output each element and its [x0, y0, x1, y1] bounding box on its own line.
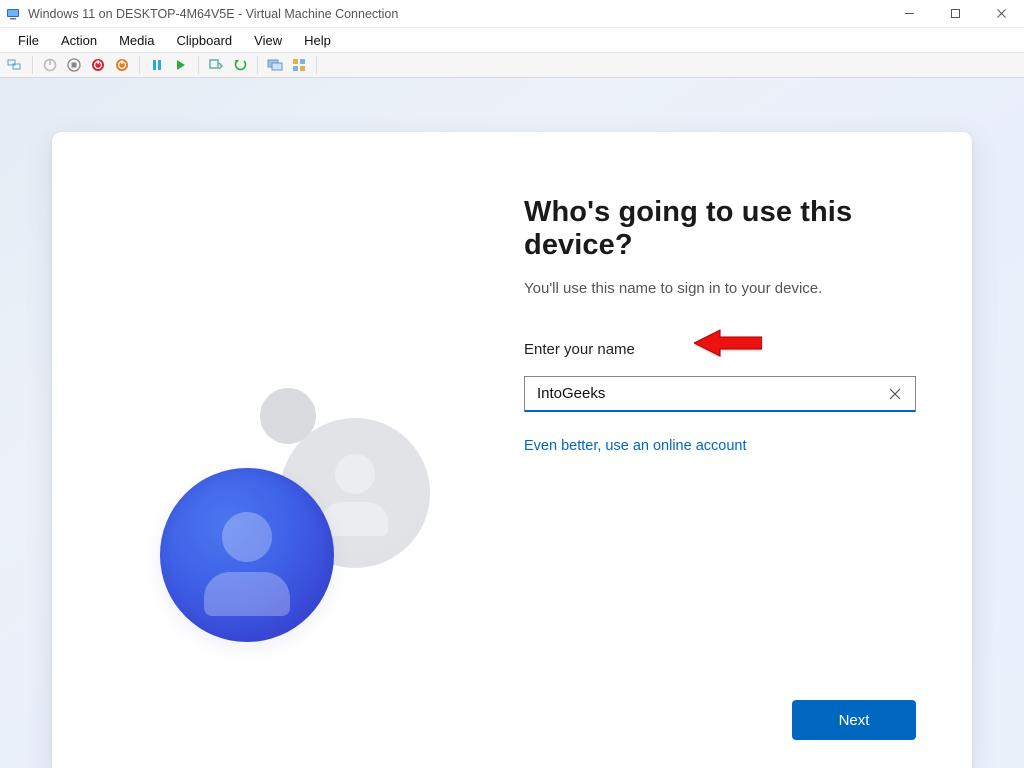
start-icon[interactable]: [41, 56, 59, 74]
app-icon: [6, 6, 22, 22]
page-title: Who's going to use this device?: [524, 196, 916, 262]
vm-display: Who's going to use this device? You'll u…: [0, 78, 1024, 768]
pause-icon[interactable]: [148, 56, 166, 74]
name-input[interactable]: [525, 377, 915, 410]
page-subtitle: You'll use this name to sign in to your …: [524, 280, 916, 297]
host-menubar: File Action Media Clipboard View Help: [0, 28, 1024, 52]
menu-help[interactable]: Help: [294, 31, 341, 50]
save-icon[interactable]: [113, 56, 131, 74]
use-online-account-link[interactable]: Even better, use an online account: [524, 438, 916, 454]
menu-clipboard[interactable]: Clipboard: [167, 31, 243, 50]
menu-action[interactable]: Action: [51, 31, 107, 50]
checkpoint-icon[interactable]: [207, 56, 225, 74]
enhanced-session-icon[interactable]: [266, 56, 284, 74]
shutdown-icon[interactable]: [89, 56, 107, 74]
next-button[interactable]: Next: [792, 700, 916, 740]
host-toolbar: [0, 52, 1024, 78]
clear-input-icon[interactable]: [881, 377, 909, 410]
ctrl-alt-del-icon[interactable]: [6, 56, 24, 74]
revert-icon[interactable]: [231, 56, 249, 74]
share-icon[interactable]: [290, 56, 308, 74]
reset-icon[interactable]: [172, 56, 190, 74]
maximize-button[interactable]: [932, 0, 978, 28]
close-button[interactable]: [978, 0, 1024, 28]
menu-file[interactable]: File: [8, 31, 49, 50]
menu-view[interactable]: View: [244, 31, 292, 50]
host-titlebar: Windows 11 on DESKTOP-4M64V5E - Virtual …: [0, 0, 1024, 28]
oobe-illustration: [108, 188, 500, 688]
oobe-card: Who's going to use this device? You'll u…: [52, 132, 972, 768]
name-field-label: Enter your name: [524, 341, 916, 358]
minimize-button[interactable]: [886, 0, 932, 28]
menu-media[interactable]: Media: [109, 31, 164, 50]
turnoff-icon[interactable]: [65, 56, 83, 74]
host-title-text: Windows 11 on DESKTOP-4M64V5E - Virtual …: [28, 7, 398, 21]
name-input-wrapper[interactable]: [524, 376, 916, 412]
